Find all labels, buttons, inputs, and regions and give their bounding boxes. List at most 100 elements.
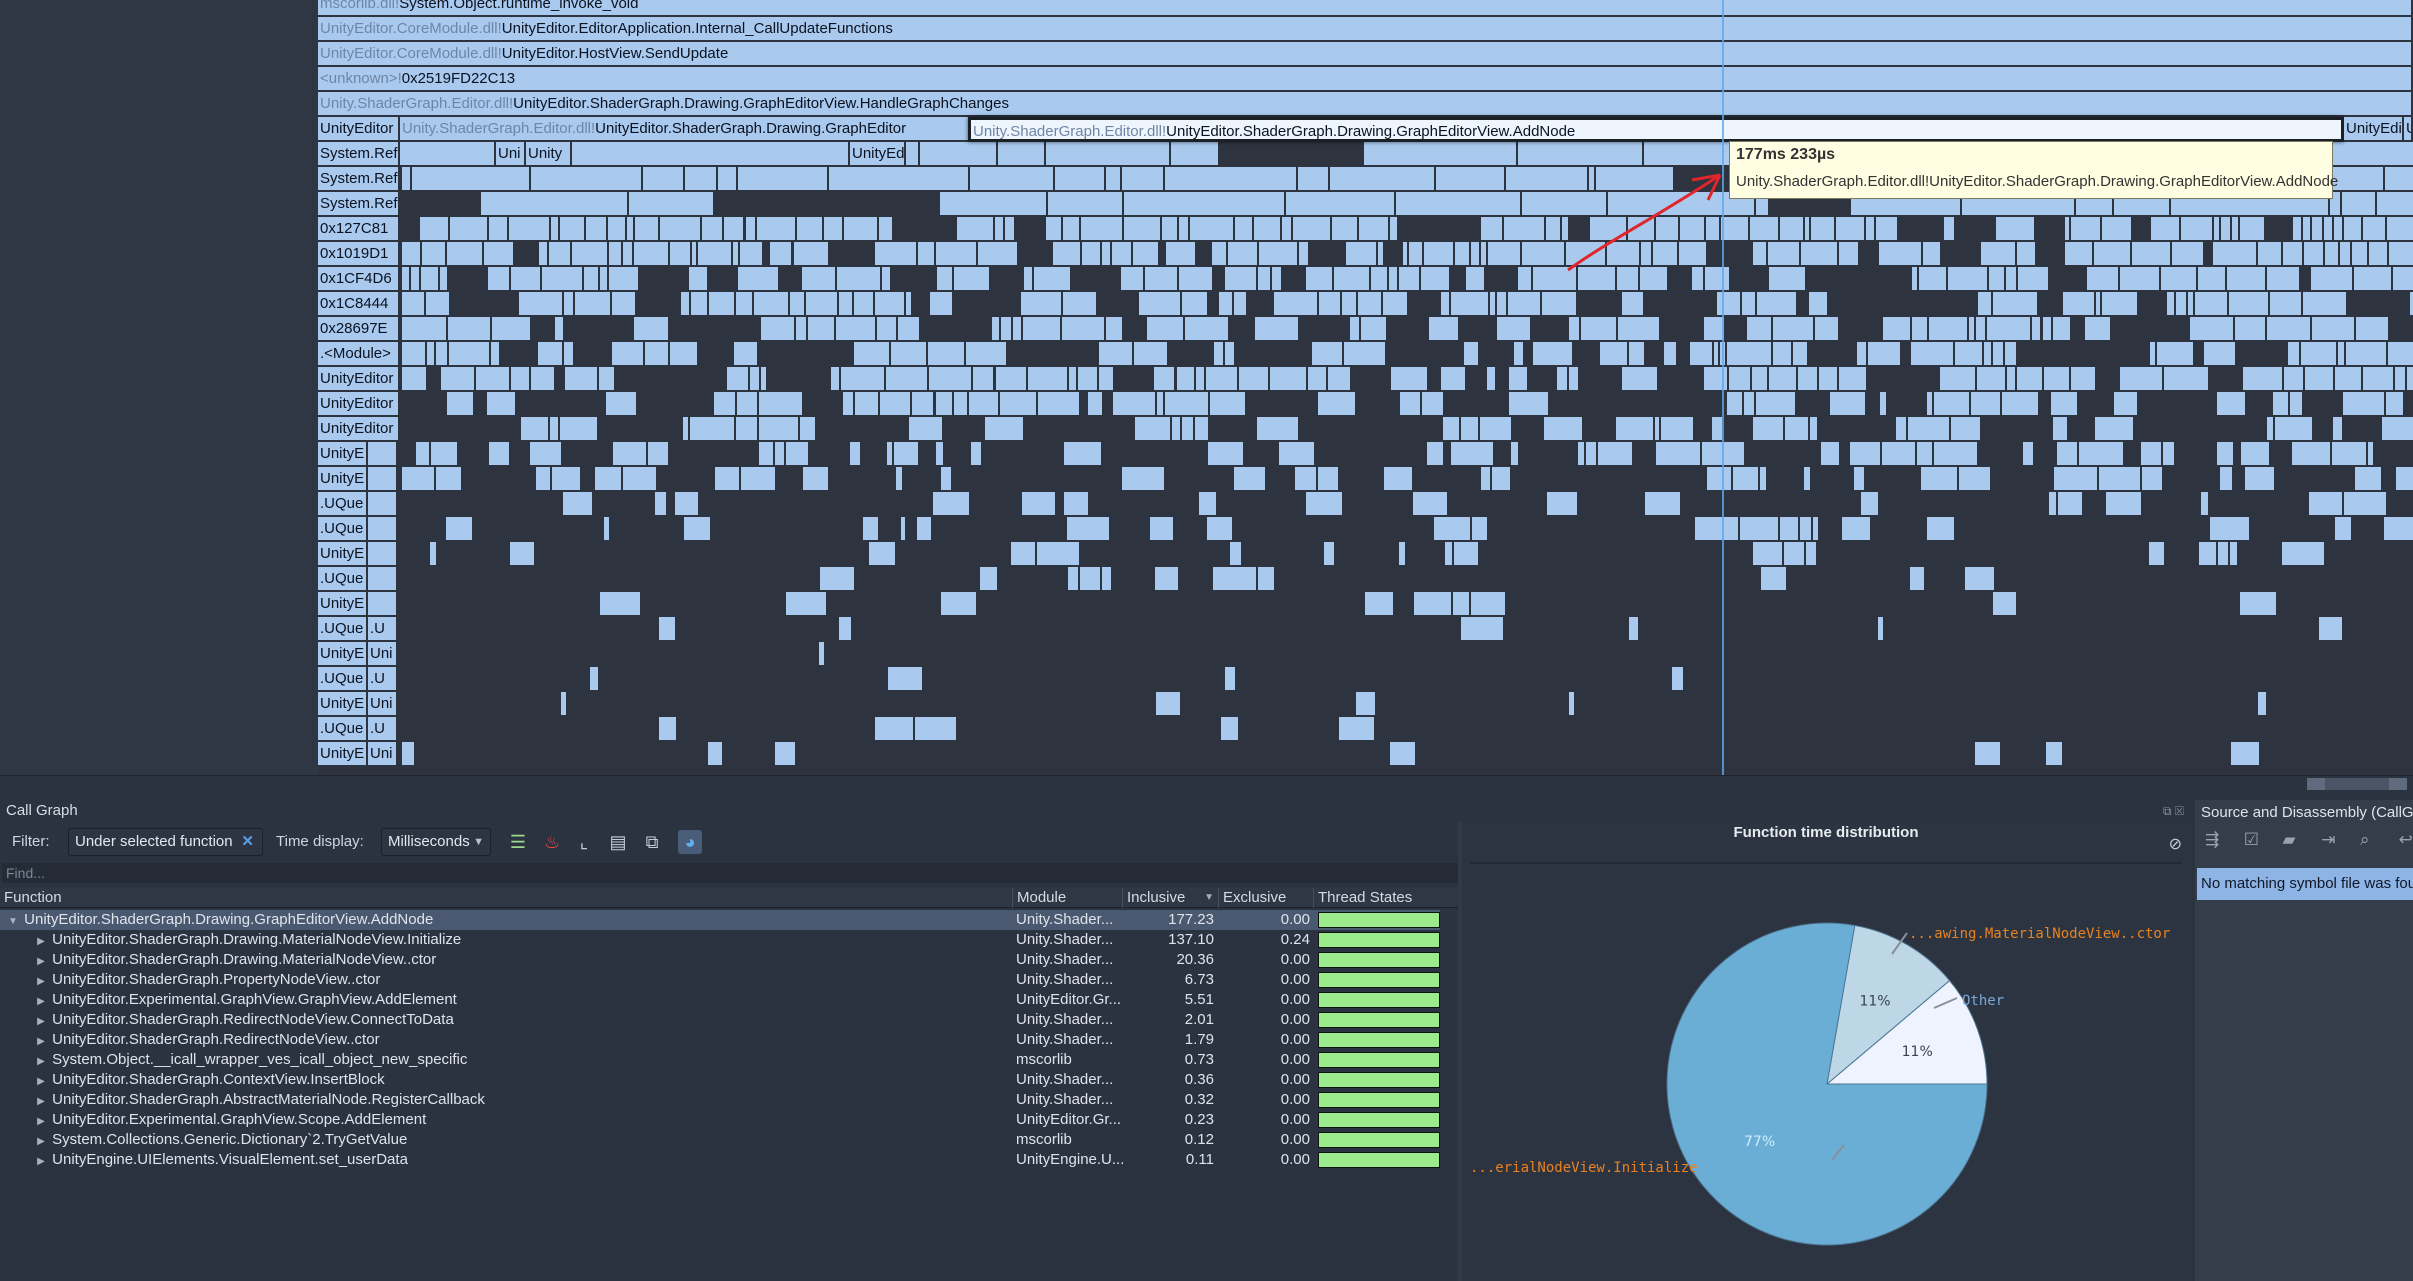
clear-filter-icon[interactable]: ✕ — [241, 829, 254, 855]
flame-frame[interactable]: 0x1CF4D6 — [318, 267, 400, 292]
flame-graph[interactable]: mscorlib.dll!System.Object.runtime_invok… — [318, 0, 2413, 775]
hierarchy-icon[interactable]: ⌞ — [572, 830, 596, 854]
flame-frame[interactable]: UnityE — [318, 467, 368, 492]
flame-frame[interactable]: 0x1C8444 — [318, 292, 400, 317]
folder-icon[interactable]: ▰ — [2282, 830, 2316, 850]
flame-frame[interactable]: mscorlib.dll!System.Object.runtime_invok… — [318, 0, 2413, 17]
callgraph-row[interactable]: ▶ UnityEditor.Experimental.GraphView.Gra… — [0, 990, 1440, 1010]
flame-frame[interactable]: .UQue — [318, 667, 368, 692]
callgraph-row[interactable]: ▶ System.Object.__icall_wrapper_ves_ical… — [0, 1050, 1440, 1070]
col-thread-states[interactable]: Thread States — [1313, 888, 1412, 908]
callgraph-row[interactable]: ▶ System.Collections.Generic.Dictionary`… — [0, 1130, 1440, 1150]
flame-frame[interactable]: UnityEditor.CoreModule.dll!UnityEditor.H… — [318, 42, 2413, 67]
flame-frame[interactable]: Uni — [368, 642, 398, 667]
float-panel-icon[interactable]: ⧉ — [2163, 804, 2172, 818]
collapsed-triangle-icon[interactable]: ▶ — [34, 1112, 48, 1132]
flame-frame[interactable]: UnityE — [318, 592, 368, 617]
export-icon[interactable]: ⇥ — [2321, 830, 2355, 850]
callgraph-row[interactable]: ▼ UnityEditor.ShaderGraph.Drawing.GraphE… — [0, 910, 1440, 930]
col-function[interactable]: Function — [0, 888, 62, 908]
flame-frame[interactable]: Unity.ShaderGraph.Editor.dll!UnityEditor… — [400, 117, 990, 142]
flame-frame[interactable]: UnityEditor.CoreModule.dll!UnityEditor.E… — [318, 17, 2413, 42]
flame-frame[interactable]: Unity.ShaderGraph.Editor.dll!UnityEditor… — [318, 92, 2413, 117]
flame-frame[interactable] — [368, 567, 398, 592]
flame-frame[interactable]: 0x127C81 — [318, 217, 400, 242]
flame-frame[interactable]: Uni — [368, 742, 398, 767]
flame-frame[interactable]: UnityEditor — [318, 417, 400, 442]
flame-frame[interactable]: System.Refl — [318, 167, 400, 192]
callgraph-row[interactable]: ▶ UnityEditor.ShaderGraph.PropertyNodeVi… — [0, 970, 1440, 990]
col-module[interactable]: Module — [1012, 888, 1066, 908]
flame-frame[interactable] — [368, 467, 398, 492]
flame-horizontal-scrollbar[interactable] — [0, 775, 2413, 791]
collapsed-triangle-icon[interactable]: ▶ — [34, 972, 48, 992]
flame-frame[interactable]: UnityE — [318, 542, 368, 567]
callgraph-row[interactable]: ▶ UnityEditor.ShaderGraph.RedirectNodeVi… — [0, 1010, 1440, 1030]
callgraph-row[interactable]: ▶ UnityEditor.Experimental.GraphView.Sco… — [0, 1110, 1440, 1130]
collapsed-triangle-icon[interactable]: ▶ — [34, 932, 48, 952]
flame-frame[interactable]: .U — [368, 617, 398, 642]
flame-frame[interactable]: Uni — [368, 692, 398, 717]
flame-frame[interactable]: UnityEdi — [2344, 117, 2404, 142]
flame-frame[interactable]: .U — [368, 717, 398, 742]
collapsed-triangle-icon[interactable]: ▶ — [34, 1032, 48, 1052]
flame-frame[interactable]: .UQue — [318, 517, 368, 542]
flame-frame[interactable]: .UQue — [318, 617, 368, 642]
collapsed-triangle-icon[interactable]: ▶ — [34, 1092, 48, 1112]
flame-frame[interactable]: UnityE — [318, 692, 368, 717]
callgraph-row[interactable]: ▶ UnityEditor.ShaderGraph.Drawing.Materi… — [0, 930, 1440, 950]
flame-frame[interactable] — [368, 442, 398, 467]
callgraph-vertical-scrollbar[interactable] — [1442, 908, 1456, 1281]
flame-frame[interactable]: 0x28697E — [318, 317, 400, 342]
flame-frame[interactable]: .<Module> — [318, 342, 400, 367]
flame-frame[interactable] — [368, 592, 398, 617]
pie-chart-toggle-icon[interactable]: ◕ — [678, 830, 702, 854]
collapsed-triangle-icon[interactable]: ▶ — [34, 1052, 48, 1072]
indent-icon[interactable]: ⇶ — [2205, 830, 2239, 850]
flame-frame-selected[interactable]: Unity.ShaderGraph.Editor.dll!UnityEditor… — [968, 117, 2344, 142]
flame-frame[interactable]: UnityEditor — [318, 117, 400, 142]
callgraph-row[interactable]: ▶ UnityEditor.ShaderGraph.RedirectNodeVi… — [0, 1030, 1440, 1050]
table-icon[interactable]: ▤ — [606, 830, 630, 854]
scrollbar-thumb[interactable] — [2307, 778, 2407, 790]
flame-frame[interactable]: UnityEditor — [318, 392, 400, 417]
find-file-icon[interactable]: ⌕ — [2360, 830, 2394, 850]
flame-frame[interactable]: System.Refl — [318, 192, 400, 217]
collapsed-triangle-icon[interactable]: ▶ — [34, 952, 48, 972]
flame-frame[interactable] — [368, 492, 398, 517]
flame-frame[interactable]: .UQue — [318, 492, 368, 517]
flame-frame[interactable]: .UQue — [318, 567, 368, 592]
callgraph-row[interactable]: ▶ UnityEditor.ShaderGraph.Drawing.Materi… — [0, 950, 1440, 970]
flame-frame[interactable]: <unknown>!0x2519FD22C13 — [318, 67, 2413, 92]
collapsed-triangle-icon[interactable]: ▶ — [34, 992, 48, 1012]
col-inclusive[interactable]: Inclusive ▼ — [1122, 888, 1218, 908]
collapsed-triangle-icon[interactable]: ▶ — [34, 1012, 48, 1032]
flame-frame[interactable]: System.Refl — [318, 142, 400, 167]
collapsed-triangle-icon[interactable]: ▶ — [34, 1072, 48, 1092]
flame-icon[interactable]: ♨ — [540, 830, 564, 854]
flame-frame[interactable]: 0x1019D1 — [318, 242, 400, 267]
flame-frame[interactable]: .UQue — [318, 717, 368, 742]
back-icon[interactable]: ↩ — [2399, 830, 2413, 850]
flame-frame[interactable]: UnityEditor — [318, 367, 400, 392]
col-exclusive[interactable]: Exclusive — [1218, 888, 1286, 908]
flame-frame[interactable]: .U — [368, 667, 398, 692]
callgraph-row[interactable]: ▶ UnityEngine.UIElements.VisualElement.s… — [0, 1150, 1440, 1170]
filter-combo[interactable]: Under selected function ✕ — [68, 828, 263, 856]
flame-frame[interactable] — [368, 517, 398, 542]
callgraph-row[interactable]: ▶ UnityEditor.ShaderGraph.AbstractMateri… — [0, 1090, 1440, 1110]
copy-icon[interactable]: ⧉ — [640, 830, 664, 854]
flame-frame[interactable]: UnityE — [318, 742, 368, 767]
close-panel-icon[interactable]: ☒ — [2175, 804, 2184, 818]
collapsed-triangle-icon[interactable]: ▶ — [34, 1132, 48, 1152]
flame-frame[interactable]: U — [2404, 117, 2413, 142]
expanded-triangle-icon[interactable]: ▼ — [6, 912, 20, 932]
checklist-icon[interactable]: ☑ — [2244, 830, 2278, 850]
time-display-select[interactable]: Milliseconds ▼ — [381, 828, 491, 856]
flame-frame[interactable]: UnityE — [318, 642, 368, 667]
collapsed-triangle-icon[interactable]: ▶ — [34, 1152, 48, 1172]
find-input[interactable]: Find... — [2, 863, 1458, 883]
callgraph-row[interactable]: ▶ UnityEditor.ShaderGraph.ContextView.In… — [0, 1070, 1440, 1090]
flame-frame[interactable] — [368, 542, 398, 567]
flame-frame[interactable]: UnityE — [318, 442, 368, 467]
